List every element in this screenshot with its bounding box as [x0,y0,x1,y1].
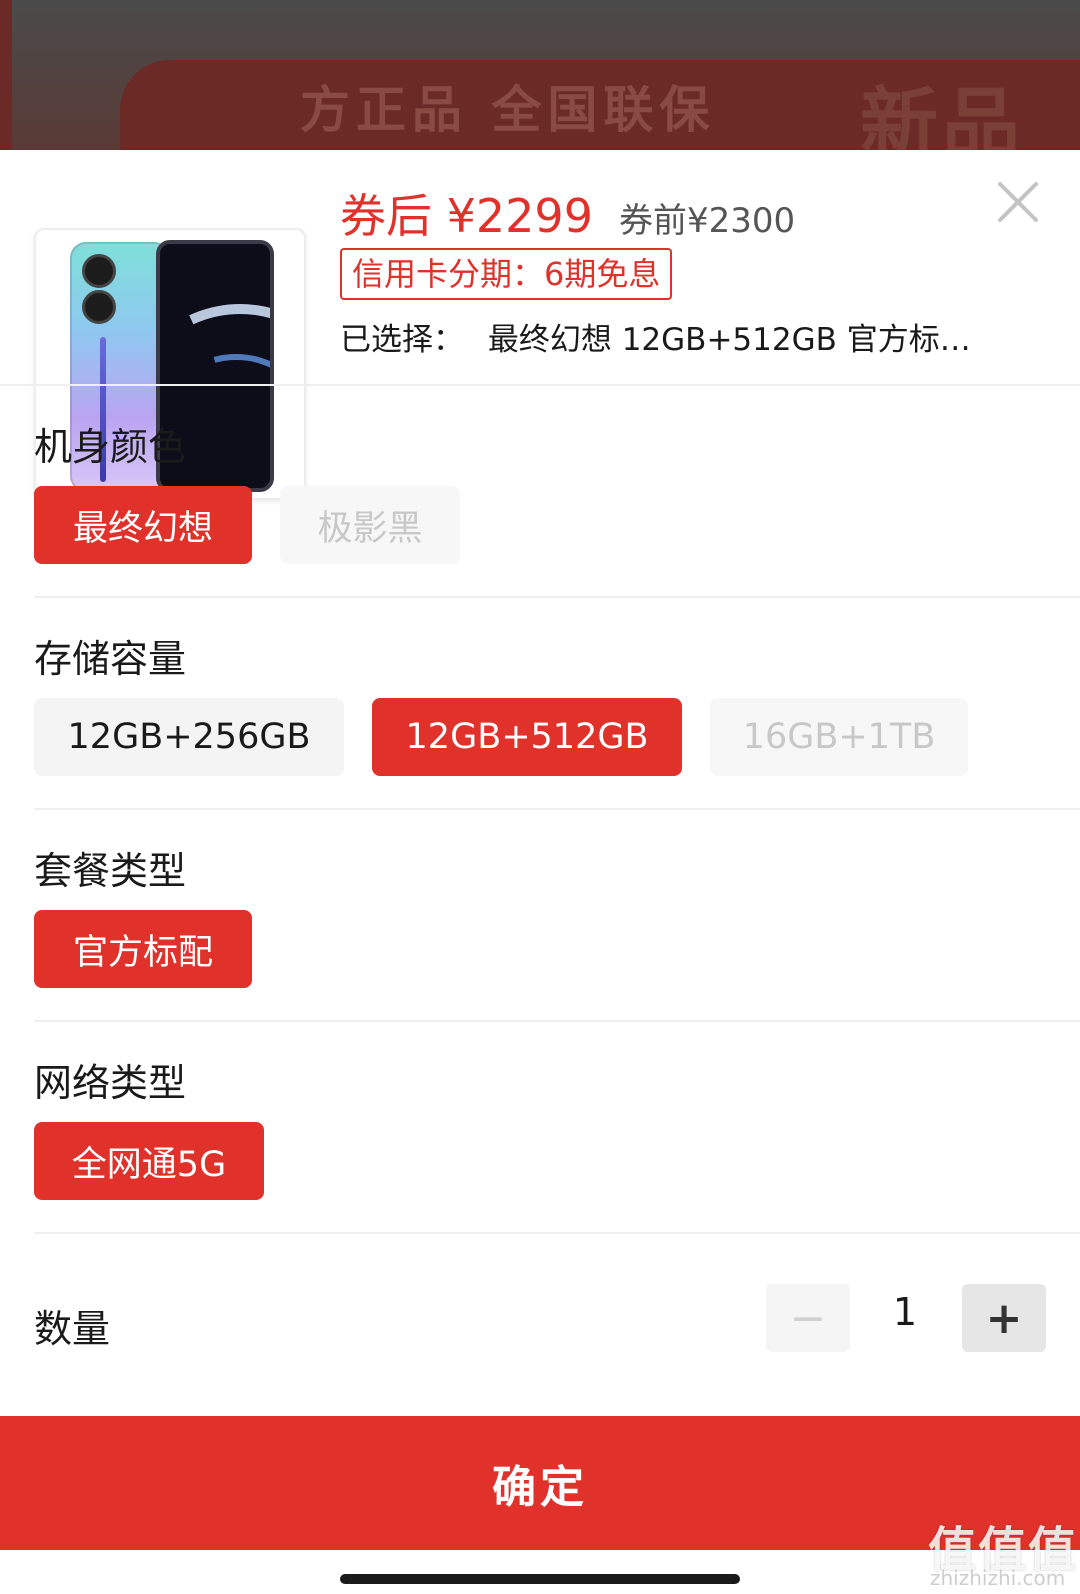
quantity-increment-button[interactable]: + [962,1284,1046,1352]
option-package-official[interactable]: 官方标配 [34,910,252,988]
section-title-network: 网络类型 [34,1061,187,1105]
camera-lens-icon [82,254,116,288]
close-icon [998,182,1038,222]
price-row: 券后 ¥2299 券前¥2300 [340,180,796,243]
quantity-value[interactable]: 1 [860,1290,950,1334]
section-title-package: 套餐类型 [34,849,187,893]
divider [0,384,1080,386]
divider [34,808,1080,810]
divider [34,596,1080,598]
price-before-coupon: 券前¥2300 [618,201,796,241]
installment-badge: 信用卡分期：6期免息 [340,248,673,300]
option-color-final-fantasy[interactable]: 最终幻想 [34,486,252,564]
price-after-coupon: 券后 ¥2299 [340,189,593,243]
sku-selection-sheet: 券后 ¥2299 券前¥2300 信用卡分期：6期免息 已选择： 最终幻想 12… [0,150,1080,1594]
promo-banner-text: 方正品 全国联保 [300,81,716,139]
selected-label: 已选择： [340,322,464,358]
quantity-label: 数量 [34,1307,111,1351]
option-storage-12-256[interactable]: 12GB+256GB [34,698,344,776]
promo-banner-new: 新品 [860,80,1025,150]
divider [34,1020,1080,1022]
section-title-storage: 存储容量 [34,637,187,681]
camera-lens-icon [82,290,116,324]
section-title-color: 机身颜色 [34,425,187,469]
confirm-button[interactable]: 确定 [0,1416,1080,1550]
close-button[interactable] [996,180,1040,224]
selected-summary: 已选择： 最终幻想 12GB+512GB 官方标… [340,314,1040,359]
backdrop-strip [0,0,12,150]
page-backdrop: 方正品 全国联保 新品 [0,0,1080,150]
quantity-decrement-button[interactable]: − [766,1284,850,1352]
selected-value: 最终幻想 12GB+512GB 官方标… [487,322,971,358]
option-storage-16-1tb[interactable]: 16GB+1TB [710,698,968,776]
option-storage-12-512[interactable]: 12GB+512GB [372,698,682,776]
divider [34,1232,1080,1234]
option-color-shadow-black[interactable]: 极影黑 [280,486,460,564]
option-network-5g[interactable]: 全网通5G [34,1122,264,1200]
watermark-url: zhizhizhi.com [930,1566,1066,1590]
home-indicator [340,1574,740,1584]
